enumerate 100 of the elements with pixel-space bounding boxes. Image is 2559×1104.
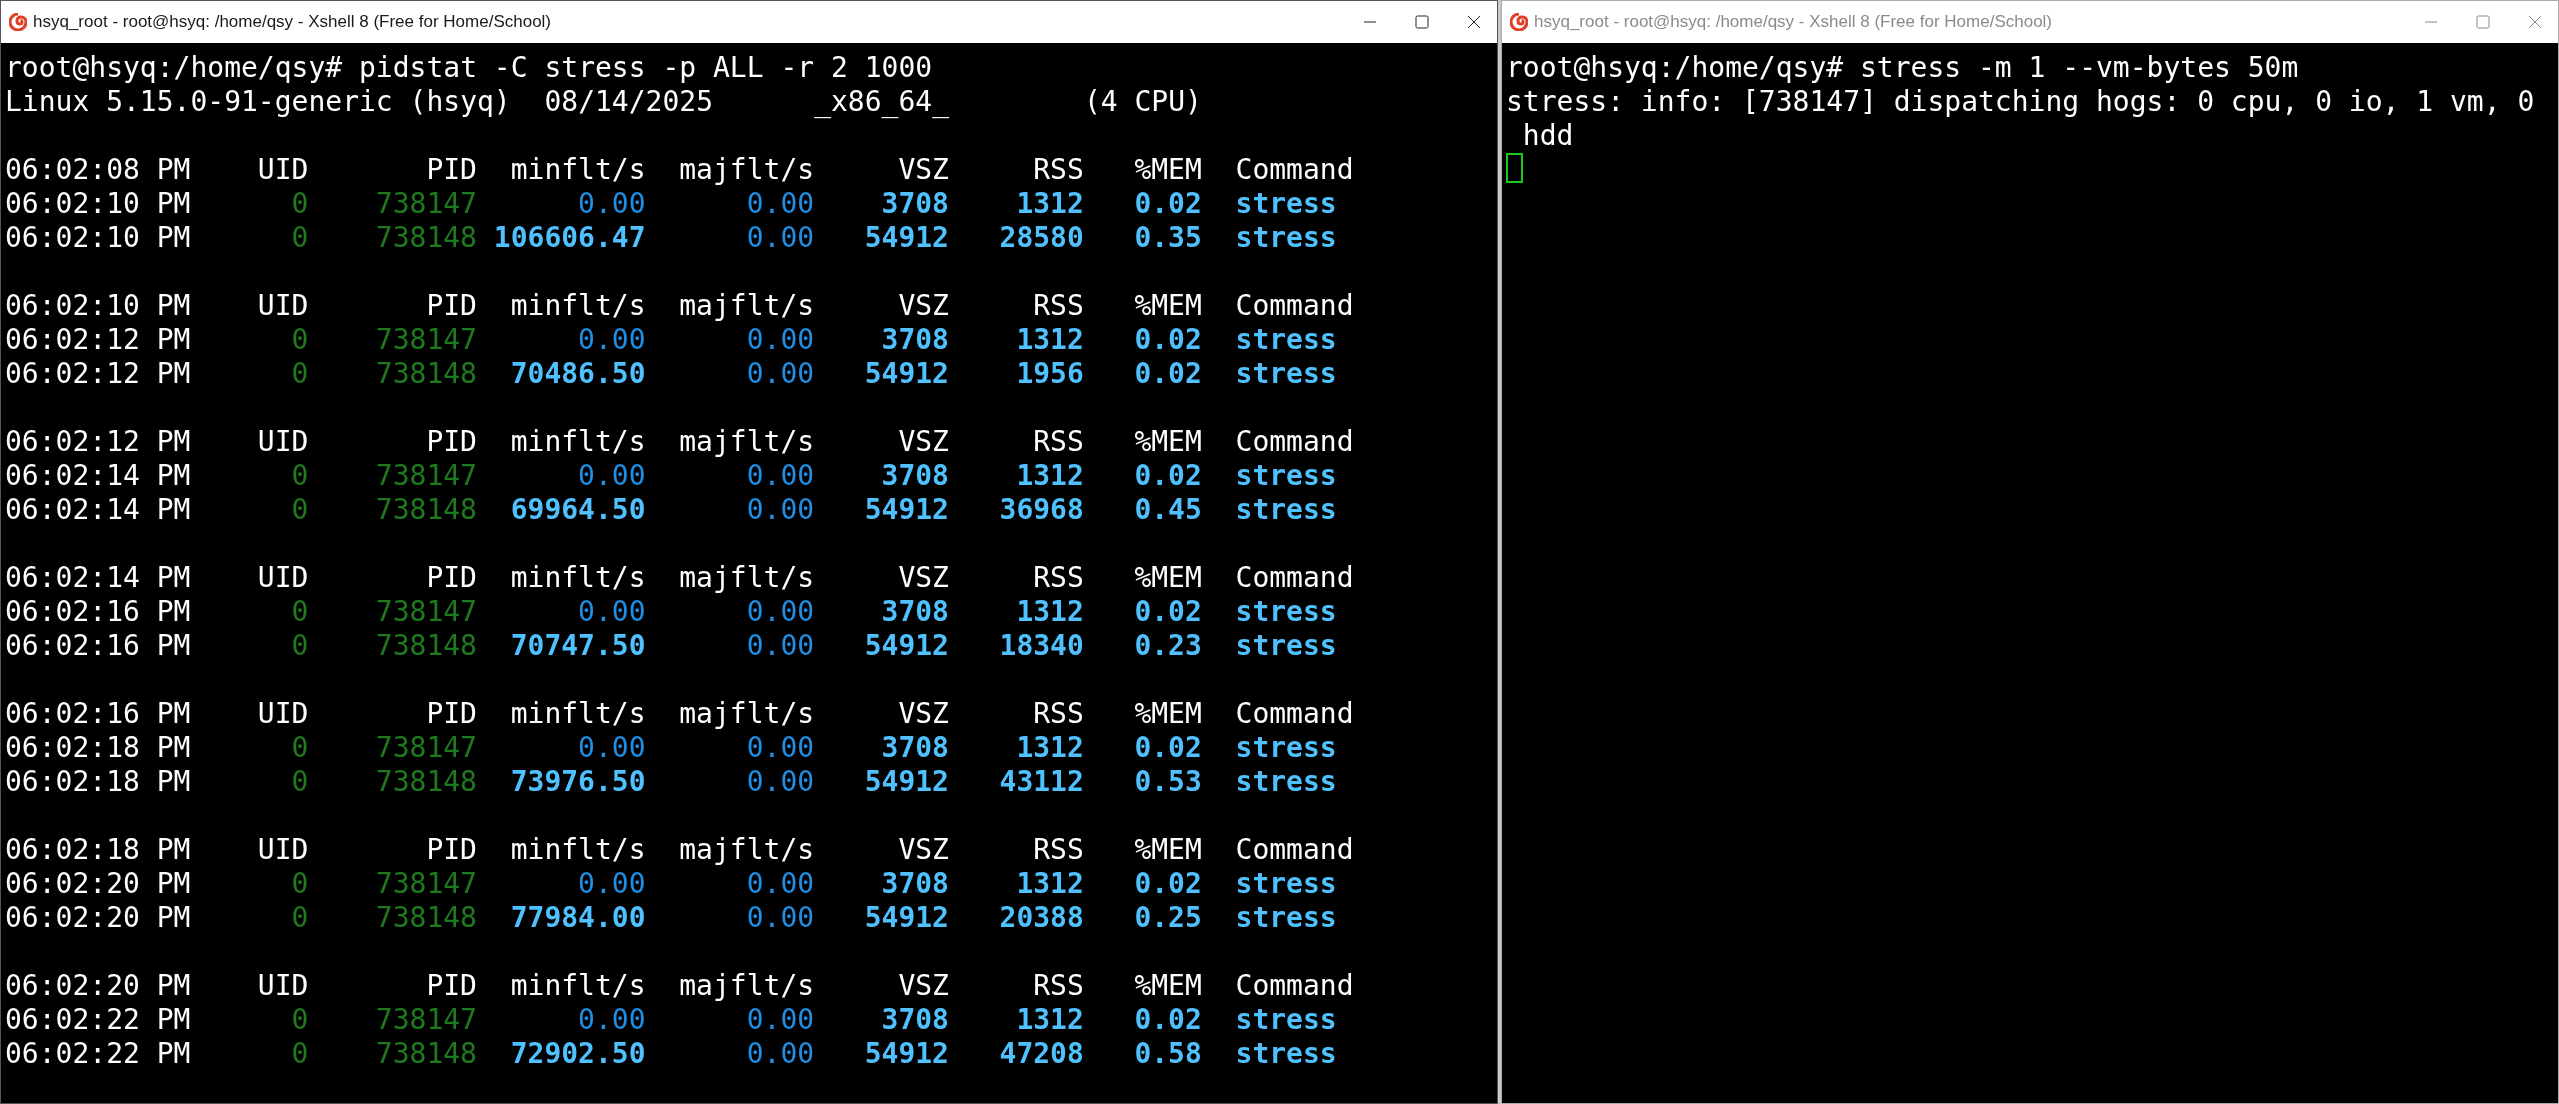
table-cell: 06:02:14 PM [5, 493, 191, 527]
table-cell-text: 69964.50 [509, 493, 646, 527]
table-cell-text: 0 [290, 459, 309, 493]
table-cell-text: 0.00 [745, 323, 815, 357]
column-header: Command [1234, 153, 1355, 187]
column-header: VSZ [897, 153, 949, 187]
column-header: PID [425, 697, 477, 731]
table-cell-text: 738148 [374, 357, 477, 391]
table-cell-text: 54912 [863, 629, 949, 663]
column-header: VSZ [897, 289, 949, 323]
column-header: PID [425, 289, 477, 323]
table-cell: 06:02:16 PM [5, 629, 191, 663]
column-header: VSZ [897, 833, 949, 867]
terminal-line: stress: info: [738147] dispatching hogs: 0 cpu, 0 io, 1 vm, 0 [1506, 85, 2535, 118]
table-cell-text: 738148 [374, 629, 477, 663]
column-header: RSS [1032, 153, 1084, 187]
table-cell-text: 738148 [374, 901, 477, 935]
column-header: RSS [1032, 289, 1084, 323]
table-cell-text: 0.00 [577, 867, 646, 901]
column-header: UID [256, 425, 309, 459]
window-title: hsyq_root - root@hsyq: /home/qsy - Xshell 8 (Free for Home/School) [1534, 12, 2054, 32]
column-header: minflt/s [509, 697, 646, 731]
table-cell-text: stress [1234, 731, 1338, 765]
column-header: VSZ [897, 425, 949, 459]
table-cell-text: 20388 [998, 901, 1084, 935]
column-header: Command [1234, 969, 1355, 1003]
column-header: 06:02:08 PM [5, 153, 191, 187]
table-cell-text: 0.02 [1133, 357, 1202, 391]
column-header: PID [425, 833, 477, 867]
column-header: %MEM [1133, 561, 1202, 595]
table-cell-text: 70486.50 [509, 357, 646, 391]
column-header: VSZ [897, 697, 949, 731]
table-cell-text: 54912 [863, 765, 949, 799]
table-cell-text: 0 [290, 357, 309, 391]
table-cell-text: 1312 [1015, 731, 1084, 765]
table-cell: 06:02:18 PM [5, 765, 191, 799]
column-header: minflt/s [509, 425, 646, 459]
table-cell-text: stress [1234, 1037, 1338, 1071]
table-cell-text: 0.00 [745, 867, 815, 901]
table-cell-text: 0.02 [1133, 867, 1202, 901]
column-header: %MEM [1133, 153, 1202, 187]
table-cell-text: 0 [290, 187, 309, 221]
table-cell-text: 18340 [998, 629, 1084, 663]
column-header: VSZ [897, 969, 949, 1003]
table-cell-text: 738147 [374, 731, 477, 765]
column-header: PID [425, 425, 477, 459]
column-header: 06:02:12 PM [5, 425, 191, 459]
column-header: RSS [1032, 697, 1084, 731]
table-cell-text: stress [1234, 221, 1338, 255]
table-cell-text: 1312 [1015, 1003, 1084, 1037]
column-header: 06:02:14 PM [5, 561, 191, 595]
table-cell: 06:02:16 PM [5, 595, 191, 629]
table-cell-text: 0 [290, 493, 309, 527]
column-header: PID [425, 153, 477, 187]
table-cell-text: 0.45 [1133, 493, 1202, 527]
table-cell-text: 0.00 [745, 459, 815, 493]
table-cell-text: 0.00 [577, 323, 646, 357]
table-cell-text: 0 [290, 1003, 309, 1037]
table-cell: 06:02:20 PM [5, 867, 191, 901]
table-cell-text: 54912 [863, 221, 949, 255]
table-cell-text: 54912 [863, 357, 949, 391]
column-header: Command [1234, 561, 1355, 595]
table-cell-text: 73976.50 [509, 765, 646, 799]
column-header: %MEM [1133, 969, 1202, 1003]
table-cell-text: 0.35 [1133, 221, 1202, 255]
table-cell-text: 1312 [1015, 459, 1084, 493]
table-cell-text: 54912 [863, 1037, 949, 1071]
column-header: VSZ [897, 561, 949, 595]
table-cell-text: 0.00 [745, 901, 815, 935]
table-cell-text: 0.58 [1133, 1037, 1202, 1071]
column-header: majflt/s [678, 425, 815, 459]
column-header: minflt/s [509, 289, 646, 323]
maximize-icon [2476, 15, 2490, 29]
app-logo-icon [1510, 13, 1528, 31]
table-cell: 06:02:22 PM [5, 1003, 191, 1037]
column-header: Command [1234, 425, 1355, 459]
table-cell: 06:02:12 PM [5, 323, 191, 357]
terminal-output[interactable]: root@hsyq:/home/qsy# stress -m 1 --vm-bytes 50m stress: info: [738147] dispatching hogs: 0 cpu, 0 io, 1 vm, 0 hdd [1502, 43, 2558, 1103]
terminal-line: Linux 5.15.0-91-generic (hsyq) 08/14/2025 _x86_64_ (4 CPU) [5, 85, 1202, 118]
table-cell-text: stress [1234, 459, 1338, 493]
table-cell-text: 0.02 [1133, 187, 1202, 221]
column-header: majflt/s [678, 833, 815, 867]
table-cell-text: 0.00 [577, 1003, 646, 1037]
table-cell-text: 0.00 [745, 1003, 815, 1037]
table-cell-text: 54912 [863, 901, 949, 935]
app-logo-icon [9, 13, 27, 31]
column-header: Command [1234, 833, 1355, 867]
table-cell: 06:02:20 PM [5, 901, 191, 935]
table-cell-text: 0.02 [1133, 323, 1202, 357]
table-cell-text: 70747.50 [509, 629, 646, 663]
table-cell-text: 3708 [880, 595, 949, 629]
column-header: RSS [1032, 561, 1084, 595]
table-cell-text: 0 [290, 323, 309, 357]
table-cell-text: 738148 [374, 765, 477, 799]
table-cell: 06:02:14 PM [5, 459, 191, 493]
column-header: UID [256, 289, 309, 323]
table-cell-text: 1956 [1015, 357, 1084, 391]
table-cell-text: 54912 [863, 493, 949, 527]
table-cell-text: 72902.50 [509, 1037, 646, 1071]
table-cell-text: 0 [290, 629, 309, 663]
